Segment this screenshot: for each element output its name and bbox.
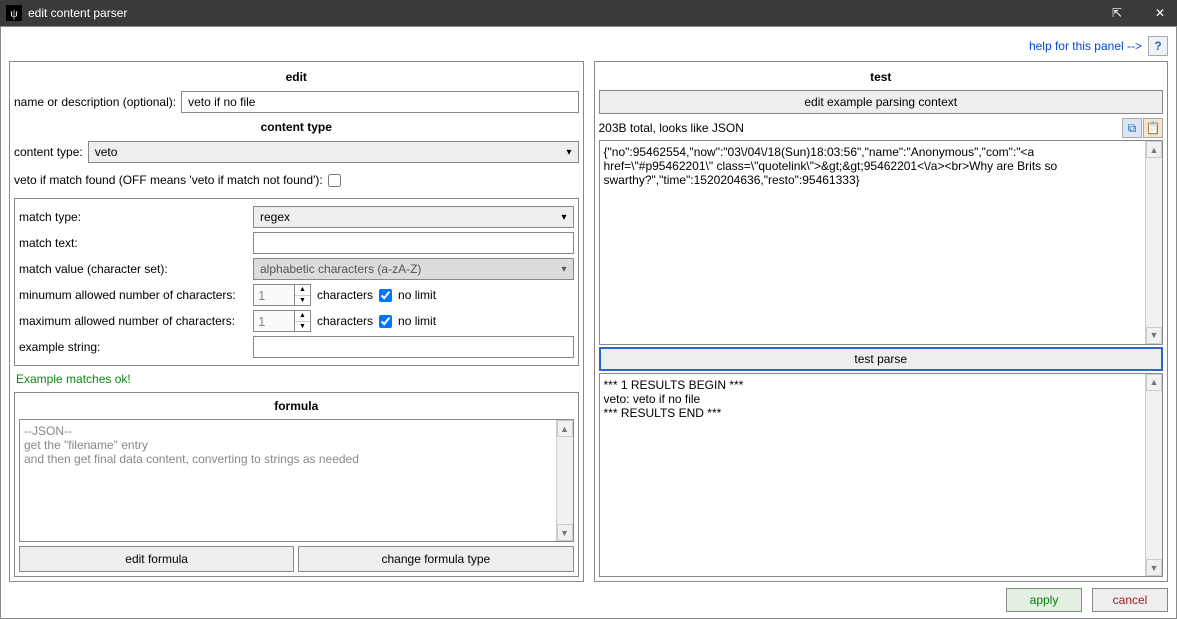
content-type-label: content type: [14, 145, 83, 159]
match-value-value: alphabetic characters (a-zA-Z) [260, 262, 421, 276]
chevron-down-icon: ▾ [566, 147, 571, 158]
scroll-up-icon[interactable]: ▲ [1146, 374, 1162, 391]
example-ok-message: Example matches ok! [14, 370, 579, 388]
match-text-input[interactable] [253, 232, 574, 254]
name-label: name or description (optional): [14, 95, 176, 109]
test-heading: test [599, 66, 1164, 88]
sample-json-area[interactable]: {"no":95462554,"now":"03\/04\/18(Sun)18:… [599, 140, 1164, 345]
pin-button[interactable]: ⇱ [1109, 0, 1143, 26]
test-panel: test edit example parsing context 203B t… [594, 61, 1169, 582]
scroll-up-icon[interactable]: ▲ [557, 420, 573, 437]
sample-status-text: 203B total, looks like JSON [599, 121, 744, 135]
scroll-down-icon[interactable]: ▼ [1146, 559, 1162, 576]
formula-group: formula --JSON-- get the "filename" entr… [14, 392, 579, 577]
min-chars-value [253, 284, 295, 306]
min-no-limit-checkbox[interactable] [379, 289, 392, 302]
close-window-button[interactable]: ✕ [1143, 0, 1177, 26]
match-settings-group: match type: regex ▾ match text: match va… [14, 198, 579, 366]
content-type-value: veto [95, 145, 118, 159]
scrollbar[interactable]: ▲ ▼ [1145, 374, 1162, 577]
example-string-input[interactable] [253, 336, 574, 358]
match-value-select: alphabetic characters (a-zA-Z) ▾ [253, 258, 574, 280]
scroll-down-icon[interactable]: ▼ [557, 524, 573, 541]
apply-button[interactable]: apply [1006, 588, 1082, 612]
max-chars-value [253, 310, 295, 332]
stepper-down-icon[interactable]: ▼ [295, 296, 310, 306]
stepper-up-icon[interactable]: ▲ [295, 311, 310, 322]
characters-unit: characters [317, 288, 373, 302]
match-type-select[interactable]: regex ▾ [253, 206, 574, 228]
sample-json-text: {"no":95462554,"now":"03\/04\/18(Sun)18:… [604, 145, 1058, 187]
formula-line: and then get final data content, convert… [24, 452, 569, 466]
scroll-up-icon[interactable]: ▲ [1146, 141, 1162, 158]
min-chars-stepper[interactable]: ▲▼ [253, 284, 311, 306]
content-type-heading: content type [14, 116, 579, 138]
max-no-limit-checkbox[interactable] [379, 315, 392, 328]
results-area[interactable]: *** 1 RESULTS BEGIN *** veto: veto if no… [599, 373, 1164, 578]
paste-icon[interactable]: 📋 [1143, 118, 1163, 138]
name-input[interactable] [181, 91, 578, 113]
titlebar: edit content parser ⇱ ✕ [0, 0, 1177, 26]
no-limit-label: no limit [398, 314, 436, 328]
formula-line: --JSON-- [24, 424, 569, 438]
example-string-label: example string: [19, 340, 249, 354]
chevron-down-icon: ▾ [561, 212, 566, 223]
veto-label: veto if match found (OFF means 'veto if … [14, 173, 323, 187]
max-chars-stepper[interactable]: ▲▼ [253, 310, 311, 332]
match-text-label: match text: [19, 236, 249, 250]
match-type-label: match type: [19, 210, 249, 224]
max-chars-label: maximum allowed number of characters: [19, 314, 249, 328]
stepper-up-icon[interactable]: ▲ [295, 285, 310, 296]
no-limit-label: no limit [398, 288, 436, 302]
edit-panel: edit name or description (optional): con… [9, 61, 584, 582]
copy-icon[interactable]: ⧉ [1122, 118, 1142, 138]
edit-formula-button[interactable]: edit formula [19, 546, 294, 572]
chevron-down-icon: ▾ [561, 264, 566, 275]
result-line: *** RESULTS END *** [604, 406, 1143, 420]
min-chars-label: minumum allowed number of characters: [19, 288, 249, 302]
window-title: edit content parser [28, 6, 127, 20]
test-parse-button[interactable]: test parse [599, 347, 1164, 371]
veto-checkbox[interactable] [328, 174, 341, 187]
edit-heading: edit [14, 66, 579, 88]
formula-line: get the "filename" entry [24, 438, 569, 452]
scroll-down-icon[interactable]: ▼ [1146, 327, 1162, 344]
content-type-select[interactable]: veto ▾ [88, 141, 579, 163]
scrollbar[interactable]: ▲ ▼ [1145, 141, 1162, 344]
change-formula-type-button[interactable]: change formula type [298, 546, 573, 572]
help-link[interactable]: help for this panel --> [1029, 39, 1142, 53]
edit-example-context-button[interactable]: edit example parsing context [599, 90, 1164, 114]
formula-editor[interactable]: --JSON-- get the "filename" entry and th… [19, 419, 574, 542]
characters-unit: characters [317, 314, 373, 328]
scrollbar[interactable]: ▲ ▼ [556, 420, 573, 541]
formula-heading: formula [17, 395, 576, 417]
result-line: *** 1 RESULTS BEGIN *** [604, 378, 1143, 392]
stepper-down-icon[interactable]: ▼ [295, 322, 310, 332]
app-icon [6, 5, 22, 21]
match-type-value: regex [260, 210, 290, 224]
result-line: veto: veto if no file [604, 392, 1143, 406]
cancel-button[interactable]: cancel [1092, 588, 1168, 612]
help-icon[interactable]: ? [1148, 36, 1168, 56]
match-value-label: match value (character set): [19, 262, 249, 276]
